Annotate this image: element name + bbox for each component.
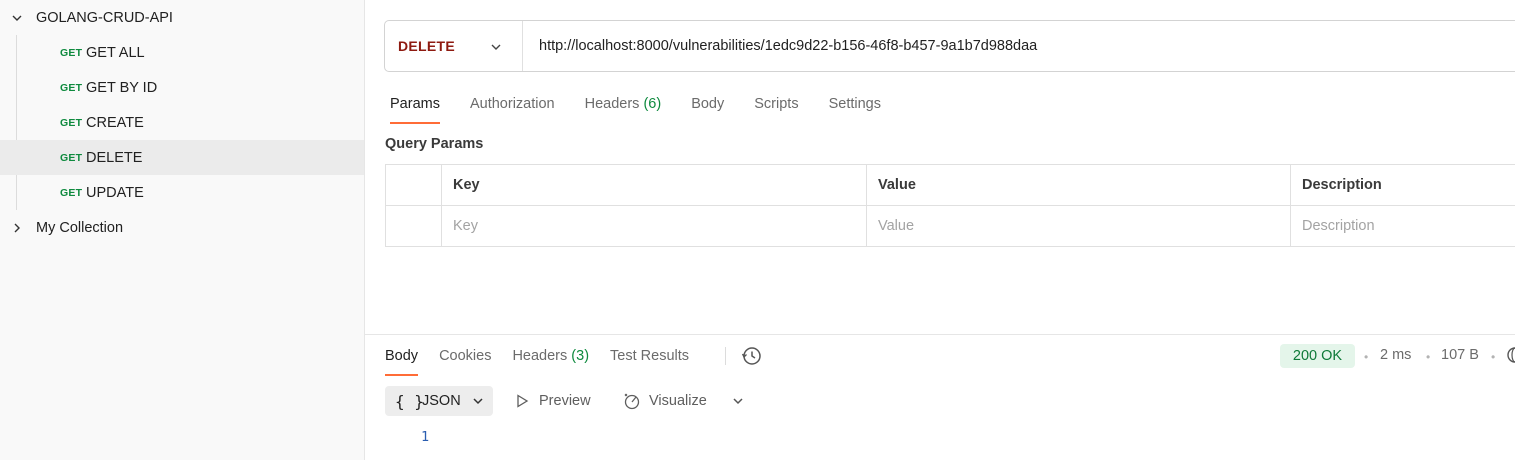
method-select[interactable]: DELETE: [385, 21, 523, 71]
column-header-value: Value: [866, 164, 1291, 206]
separator: [725, 347, 726, 365]
response-tabs: Body Cookies Headers (3) Test Results: [385, 346, 710, 376]
column-header-description: Description: [1290, 164, 1515, 206]
tab-headers[interactable]: Headers (6): [585, 94, 662, 124]
collection-name: GOLANG-CRUD-API: [36, 9, 173, 26]
tab-count: (3): [571, 348, 590, 364]
chevron-down-icon[interactable]: [731, 394, 745, 408]
preview-label: Preview: [539, 393, 591, 409]
query-params-title: Query Params: [385, 136, 484, 152]
url-input[interactable]: [539, 38, 1439, 54]
tab-scripts[interactable]: Scripts: [754, 94, 798, 124]
response-tab-headers[interactable]: Headers (3): [512, 346, 589, 376]
globe-icon[interactable]: [1506, 346, 1515, 364]
history-icon[interactable]: [741, 345, 763, 367]
request-name: UPDATE: [86, 184, 144, 201]
tab-authorization[interactable]: Authorization: [470, 94, 555, 124]
response-tab-test-results[interactable]: Test Results: [610, 346, 689, 376]
key-input[interactable]: Key: [441, 205, 867, 247]
chevron-right-icon[interactable]: [10, 221, 24, 235]
request-item-get-all[interactable]: GET GET ALL: [0, 35, 364, 70]
response-tab-body[interactable]: Body: [385, 346, 419, 376]
collection-name: My Collection: [36, 219, 124, 236]
line-number: 1: [421, 429, 430, 445]
collection-golang-crud-api[interactable]: GOLANG-CRUD-API: [0, 0, 364, 35]
separator-dot: •: [1426, 350, 1431, 364]
format-label: JSON: [422, 393, 461, 409]
row-checkbox-cell: [385, 205, 442, 247]
request-name: GET ALL: [86, 44, 145, 61]
column-header-key: Key: [441, 164, 867, 206]
tab-count: (6): [643, 96, 662, 112]
collection-my-collection[interactable]: My Collection: [0, 210, 364, 245]
query-params-table: Key Value Description Key Value Descript…: [385, 164, 1515, 247]
request-name: DELETE: [86, 149, 143, 166]
tab-body[interactable]: Body: [691, 94, 724, 124]
request-item-delete[interactable]: GET DELETE: [0, 140, 364, 175]
tab-label: Settings: [828, 96, 881, 112]
table-header-cell: [385, 164, 442, 206]
tab-label: Headers: [512, 348, 568, 364]
request-item-get-by-id[interactable]: GET GET BY ID: [0, 70, 364, 105]
table-header-row: Key Value Description: [385, 164, 1515, 206]
tab-label: Body: [691, 96, 725, 112]
method-badge: GET: [60, 151, 83, 164]
play-icon: [517, 394, 529, 408]
request-item-create[interactable]: GET CREATE: [0, 105, 364, 140]
request-item-update[interactable]: GET UPDATE: [0, 175, 364, 210]
tab-label: Headers: [584, 96, 640, 112]
format-select[interactable]: { } JSON: [385, 386, 493, 416]
description-input[interactable]: Description: [1290, 205, 1515, 247]
request-tabs: Params Authorization Headers (6) Body Sc…: [390, 94, 911, 124]
tab-params[interactable]: Params: [390, 94, 440, 124]
tab-label: Scripts: [754, 96, 799, 112]
response-time[interactable]: 2 ms: [1380, 347, 1411, 363]
method-badge: GET: [60, 46, 83, 59]
separator-dot: •: [1364, 350, 1369, 364]
method-label: DELETE: [398, 38, 456, 54]
preview-button[interactable]: Preview: [514, 389, 591, 413]
request-name: CREATE: [86, 114, 144, 131]
visualize-label: Visualize: [649, 393, 707, 409]
chevron-down-icon: [473, 398, 483, 405]
sidebar: GOLANG-CRUD-API GET GET ALL GET GET BY I…: [0, 0, 365, 460]
chevron-down-icon: [491, 44, 501, 50]
pane-divider[interactable]: [365, 334, 1515, 335]
status-badge[interactable]: 200 OK: [1280, 344, 1355, 368]
tab-label: Body: [385, 348, 419, 364]
url-bar: DELETE: [384, 20, 1515, 72]
table-row: Key Value Description: [385, 205, 1515, 247]
tab-label: Cookies: [439, 348, 492, 364]
response-size[interactable]: 107 B: [1441, 347, 1479, 363]
response-tab-cookies[interactable]: Cookies: [439, 346, 491, 376]
value-input[interactable]: Value: [866, 205, 1291, 247]
tab-label: Test Results: [610, 348, 690, 364]
tab-settings[interactable]: Settings: [829, 94, 881, 124]
visualize-icon: [624, 393, 640, 410]
chevron-down-icon[interactable]: [10, 11, 24, 25]
separator-dot: •: [1491, 350, 1496, 364]
visualize-button[interactable]: Visualize: [622, 389, 707, 413]
tab-label: Authorization: [469, 96, 555, 112]
braces-icon: { }: [395, 391, 424, 411]
request-name: GET BY ID: [86, 79, 158, 96]
method-badge: GET: [60, 81, 83, 94]
method-badge: GET: [60, 186, 83, 199]
method-badge: GET: [60, 116, 83, 129]
tab-label: Params: [390, 96, 440, 112]
